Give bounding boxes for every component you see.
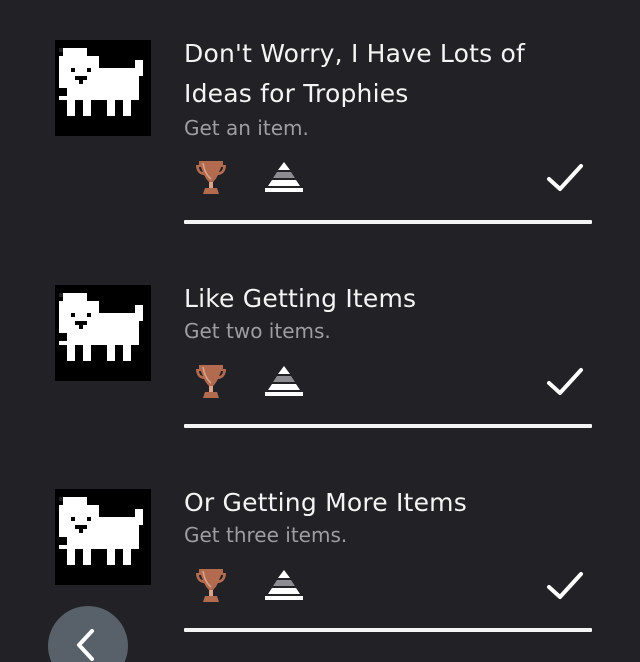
- checkmark-icon: [546, 570, 584, 602]
- trophy-description: Get two items.: [184, 319, 331, 343]
- chevron-left-icon: [77, 629, 94, 661]
- trophy-title: Like Getting Items: [184, 284, 417, 313]
- rarity-common-icon: [264, 364, 304, 398]
- annoying-dog-icon: [55, 40, 151, 136]
- rarity-common-icon: [264, 568, 304, 602]
- bronze-trophy-icon: [195, 363, 227, 401]
- checkmark-icon: [546, 366, 584, 398]
- checkmark-icon: [546, 162, 584, 194]
- bronze-trophy-icon: [195, 159, 227, 197]
- bronze-trophy-icon: [195, 567, 227, 605]
- annoying-dog-icon: [55, 285, 151, 381]
- annoying-dog-icon: [55, 489, 151, 585]
- trophy-title: Or Getting More Items: [184, 488, 467, 517]
- trophy-description: Get an item.: [184, 116, 309, 140]
- progress-bar: [184, 424, 592, 428]
- trophy-item[interactable]: Like Getting Items Get two items.: [0, 277, 640, 481]
- rarity-common-icon: [264, 160, 304, 194]
- progress-bar: [184, 628, 592, 632]
- trophy-item[interactable]: Don't Worry, I Have Lots of Ideas for Tr…: [0, 32, 640, 236]
- trophy-title: Don't Worry, I Have Lots of Ideas for Tr…: [184, 39, 525, 108]
- trophy-description: Get three items.: [184, 523, 348, 547]
- progress-bar: [184, 220, 592, 224]
- trophy-list-screen: Don't Worry, I Have Lots of Ideas for Tr…: [0, 0, 640, 662]
